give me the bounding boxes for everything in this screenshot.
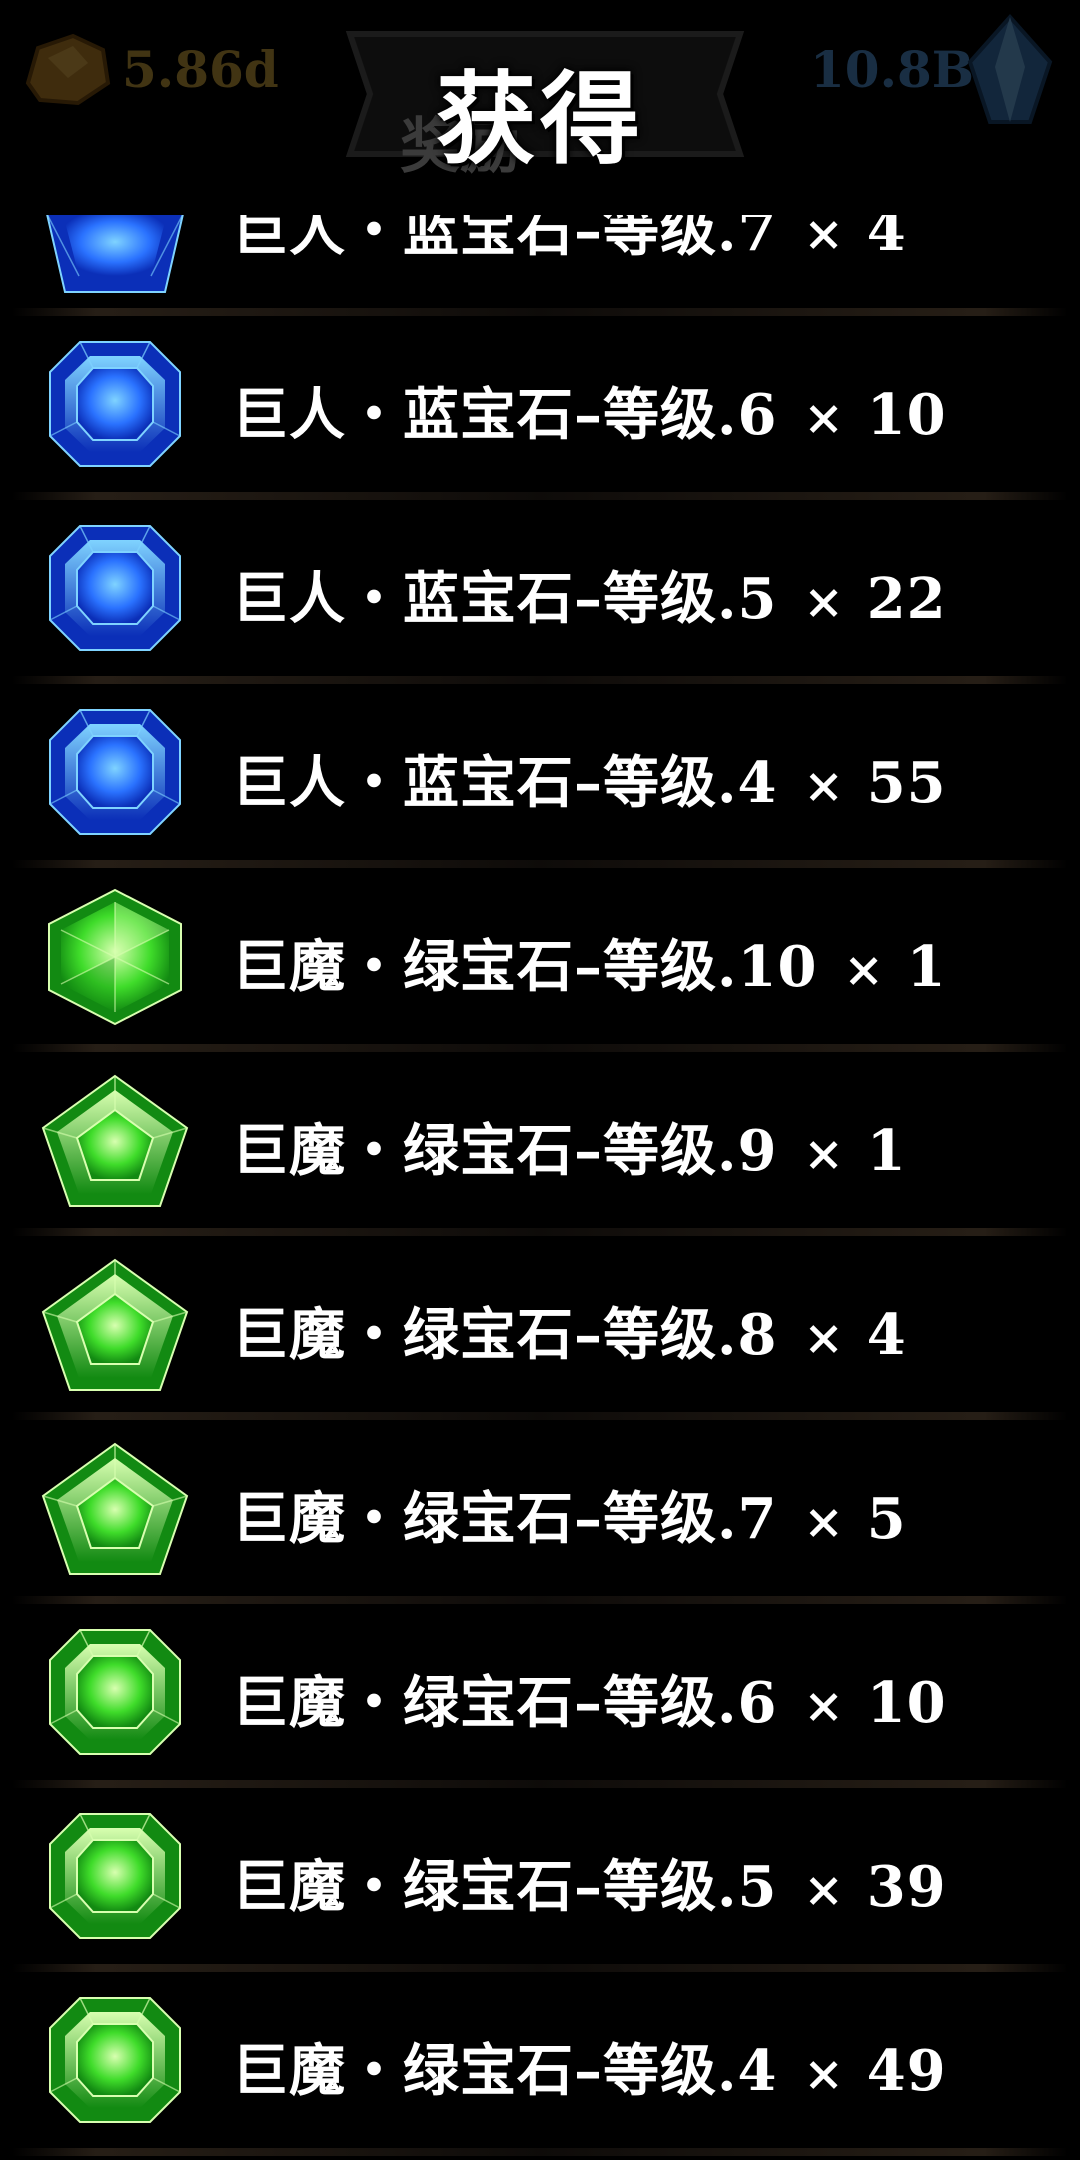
times-symbol: × <box>803 1126 845 1182</box>
reward-count: 5 <box>866 1486 907 1552</box>
times-symbol: × <box>803 1310 845 1366</box>
reward-count: 55 <box>866 750 947 816</box>
reward-name: 巨人・蓝宝石–等级.5 <box>232 566 778 632</box>
gem-icon <box>35 518 195 658</box>
reward-name: 巨魔・绿宝石–等级.5 <box>232 1854 778 1920</box>
reward-label: 巨人・蓝宝石–等级.7 × 4 <box>232 215 907 267</box>
reward-count: 1 <box>866 1118 907 1184</box>
gem-icon <box>35 334 195 474</box>
gem-icon <box>35 1990 195 2130</box>
reward-label: 巨魔・绿宝石–等级.4 × 49 <box>232 2026 947 2107</box>
rewards-screen: 5.86d 奖励 10.8B 获得 巨人・蓝宝石–等级.7 × 4 巨人・蓝宝石… <box>0 0 1080 2160</box>
reward-count: 10 <box>866 1670 947 1736</box>
reward-label: 巨魔・绿宝石–等级.10 × 1 <box>232 922 947 1003</box>
reward-label: 巨魔・绿宝石–等级.8 × 4 <box>232 1290 907 1371</box>
reward-count: 4 <box>866 215 907 264</box>
reward-name: 巨魔・绿宝石–等级.8 <box>232 1302 778 1368</box>
gem-icon <box>35 702 195 842</box>
times-symbol: × <box>803 574 845 630</box>
times-symbol: × <box>803 2046 845 2102</box>
times-symbol: × <box>843 942 885 998</box>
gem-icon <box>35 886 195 1026</box>
reward-row: 巨人・蓝宝石–等级.6 × 10 <box>0 312 1080 500</box>
times-symbol: × <box>803 1494 845 1550</box>
reward-name: 巨魔・绿宝石–等级.7 <box>232 1486 778 1552</box>
reward-label: 巨人・蓝宝石–等级.6 × 10 <box>232 370 947 451</box>
reward-row: 巨魔・绿宝石–等级.8 × 4 <box>0 1232 1080 1420</box>
gem-icon <box>35 1070 195 1210</box>
reward-name: 巨魔・绿宝石–等级.9 <box>232 1118 778 1184</box>
gem-icon <box>35 1438 195 1578</box>
reward-row: 巨魔・绿宝石–等级.4 × 49 <box>0 1968 1080 2156</box>
reward-label: 巨魔・绿宝石–等级.6 × 10 <box>232 1658 947 1739</box>
reward-list-content: 巨人・蓝宝石–等级.7 × 4 巨人・蓝宝石–等级.6 × 10 巨人・蓝宝石–… <box>0 215 1080 2156</box>
reward-name: 巨人・蓝宝石–等级.4 <box>232 750 778 816</box>
reward-name: 巨魔・绿宝石–等级.10 <box>232 934 818 1000</box>
reward-row: 巨魔・绿宝石–等级.7 × 5 <box>0 1416 1080 1604</box>
times-symbol: × <box>803 758 845 814</box>
reward-row: 巨魔・绿宝石–等级.5 × 39 <box>0 1784 1080 1972</box>
reward-label: 巨魔・绿宝石–等级.5 × 39 <box>232 1842 947 1923</box>
gem-icon <box>35 1254 195 1394</box>
reward-count: 39 <box>866 1854 947 1920</box>
reward-name: 巨人・蓝宝石–等级.7 <box>232 215 778 264</box>
reward-row: 巨魔・绿宝石–等级.9 × 1 <box>0 1048 1080 1236</box>
times-symbol: × <box>803 390 845 446</box>
reward-label: 巨魔・绿宝石–等级.9 × 1 <box>232 1106 907 1187</box>
reward-row: 巨魔・绿宝石–等级.6 × 10 <box>0 1600 1080 1788</box>
reward-name: 巨人・蓝宝石–等级.6 <box>232 382 778 448</box>
reward-count: 10 <box>866 382 947 448</box>
reward-row: 巨魔・绿宝石–等级.10 × 1 <box>0 864 1080 1052</box>
reward-count: 4 <box>866 1302 907 1368</box>
reward-list[interactable]: 巨人・蓝宝石–等级.7 × 4 巨人・蓝宝石–等级.6 × 10 巨人・蓝宝石–… <box>0 215 1080 2160</box>
reward-label: 巨魔・绿宝石–等级.7 × 5 <box>232 1474 907 1555</box>
reward-count: 22 <box>866 566 947 632</box>
times-symbol: × <box>803 215 845 262</box>
reward-row: 巨人・蓝宝石–等级.4 × 55 <box>0 680 1080 868</box>
gem-icon <box>35 1806 195 1946</box>
reward-row: 巨人・蓝宝石–等级.5 × 22 <box>0 496 1080 684</box>
reward-label: 巨人・蓝宝石–等级.4 × 55 <box>232 738 947 819</box>
gem-icon <box>35 1622 195 1762</box>
reward-label: 巨人・蓝宝石–等级.5 × 22 <box>232 554 947 635</box>
page-title: 获得 <box>436 61 644 178</box>
times-symbol: × <box>803 1678 845 1734</box>
reward-row: 巨人・蓝宝石–等级.7 × 4 <box>0 215 1080 316</box>
reward-name: 巨魔・绿宝石–等级.6 <box>232 1670 778 1736</box>
reward-name: 巨魔・绿宝石–等级.4 <box>232 2038 778 2104</box>
times-symbol: × <box>803 1862 845 1918</box>
reward-count: 1 <box>906 934 947 1000</box>
row-divider <box>12 2148 1068 2156</box>
reward-count: 49 <box>866 2038 947 2104</box>
